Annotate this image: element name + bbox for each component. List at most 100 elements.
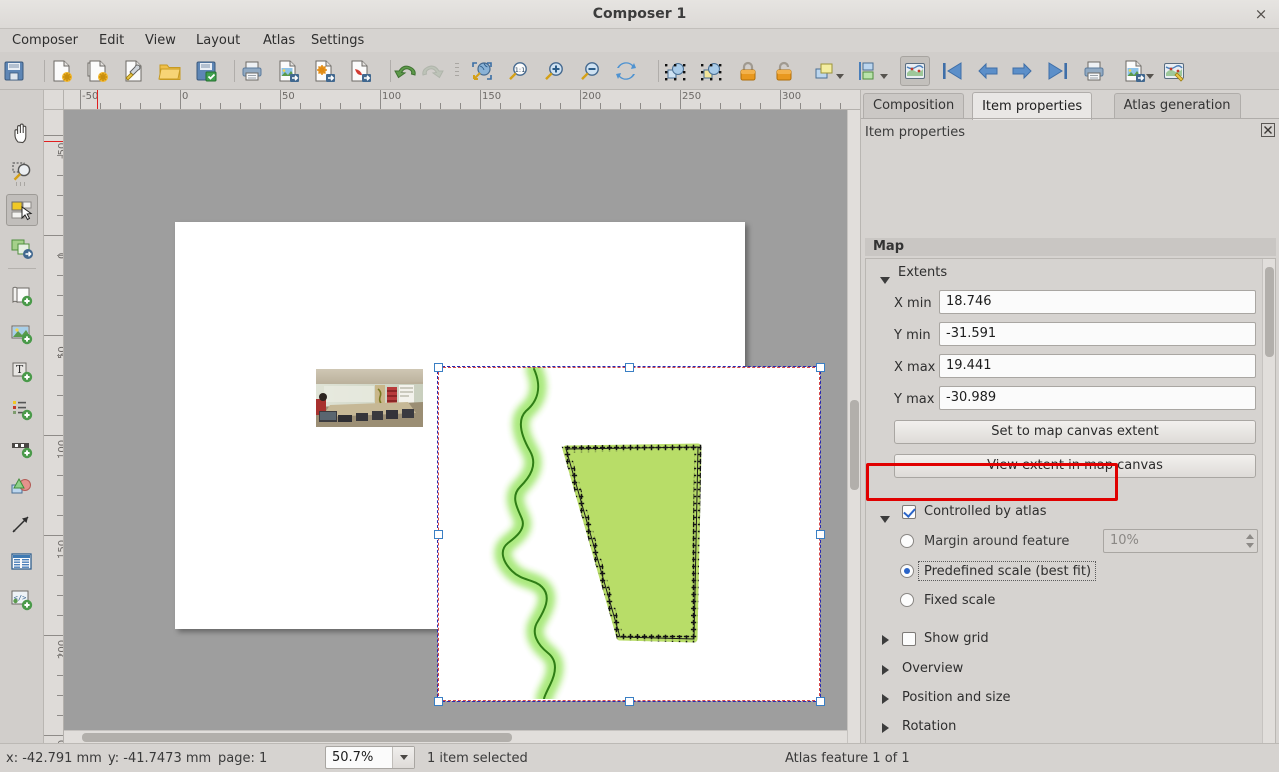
- export-svg-button[interactable]: [309, 56, 339, 86]
- resize-handle-ne[interactable]: [816, 363, 825, 372]
- set-to-map-canvas-extent-button[interactable]: Set to map canvas extent: [894, 420, 1256, 444]
- section-expander-icon[interactable]: [882, 723, 889, 733]
- composer-manager-button[interactable]: [119, 56, 149, 86]
- chevron-down-icon[interactable]: [880, 74, 888, 79]
- ruler-minor-tick: [520, 103, 521, 110]
- picture-item[interactable]: [316, 369, 423, 427]
- menu-composer[interactable]: Composer: [5, 29, 85, 52]
- zoom-100-button[interactable]: 1:1: [503, 56, 533, 86]
- menu-settings[interactable]: Settings: [304, 29, 371, 52]
- menu-view[interactable]: View: [138, 29, 183, 52]
- duplicate-composition-button[interactable]: [83, 56, 113, 86]
- add-map-tool[interactable]: [6, 280, 38, 312]
- resize-handle-se[interactable]: [816, 697, 825, 706]
- resize-handle-s[interactable]: [625, 697, 634, 706]
- lock-items-button[interactable]: [733, 56, 763, 86]
- extents-section-title: Extents: [898, 265, 947, 280]
- add-image-tool[interactable]: [6, 318, 38, 350]
- fixed-scale-radio[interactable]: [900, 593, 914, 607]
- add-table-tool[interactable]: [6, 546, 38, 578]
- ungroup-items-button[interactable]: [697, 56, 727, 86]
- composition-page[interactable]: [175, 222, 745, 629]
- raise-items-button[interactable]: [805, 56, 843, 86]
- align-items-button[interactable]: [849, 56, 887, 86]
- dock-close-icon[interactable]: [1261, 123, 1275, 137]
- print-atlas-button[interactable]: [1079, 56, 1109, 86]
- atlas-preview-button[interactable]: [900, 56, 930, 86]
- ruler-minor-tick: [57, 255, 64, 256]
- resize-handle-nw[interactable]: [434, 363, 443, 372]
- atlas-prev-feature-button[interactable]: [973, 56, 1003, 86]
- y-min-input[interactable]: -31.591: [939, 322, 1256, 346]
- pan-tool[interactable]: [6, 118, 38, 150]
- move-content-tool[interactable]: [6, 232, 38, 264]
- tab-atlas-generation[interactable]: Atlas generation: [1114, 93, 1241, 119]
- resize-handle-sw[interactable]: [434, 697, 443, 706]
- extents-expander-icon[interactable]: [880, 277, 890, 284]
- canvas-vertical-scrollbar[interactable]: [847, 110, 860, 743]
- chevron-down-icon[interactable]: [392, 747, 414, 768]
- unlock-items-button[interactable]: [769, 56, 799, 86]
- export-image-button[interactable]: [273, 56, 303, 86]
- menu-atlas[interactable]: Atlas: [256, 29, 302, 52]
- scrollbar-thumb[interactable]: [82, 733, 512, 742]
- add-label-tool[interactable]: T: [6, 356, 38, 388]
- zoom-combobox[interactable]: 50.7%: [325, 746, 415, 769]
- atlas-expander-icon[interactable]: [880, 516, 890, 523]
- atlas-settings-button[interactable]: [1159, 56, 1189, 86]
- close-icon[interactable]: ×: [1251, 0, 1271, 29]
- zoom-full-button[interactable]: [467, 56, 497, 86]
- resize-handle-w[interactable]: [434, 530, 443, 539]
- y-max-input[interactable]: -30.989: [939, 386, 1256, 410]
- tab-composition[interactable]: Composition: [863, 93, 964, 119]
- add-arrow-tool[interactable]: [6, 508, 38, 540]
- select-move-tool[interactable]: [6, 194, 38, 226]
- toolbar-grip[interactable]: [455, 63, 459, 79]
- predefined-scale-radio[interactable]: [900, 564, 914, 578]
- resize-handle-n[interactable]: [625, 363, 634, 372]
- x-max-input[interactable]: 19.441: [939, 354, 1256, 378]
- zoom-out-button[interactable]: [575, 56, 605, 86]
- map-item[interactable]: [438, 367, 820, 701]
- atlas-next-feature-button[interactable]: [1007, 56, 1037, 86]
- menu-layout[interactable]: Layout: [189, 29, 247, 52]
- add-shape-tool[interactable]: [6, 470, 38, 502]
- add-legend-tool[interactable]: [6, 394, 38, 426]
- group-items-button[interactable]: [661, 56, 691, 86]
- save-project-button[interactable]: [0, 56, 29, 86]
- atlas-first-feature-button[interactable]: [937, 56, 967, 86]
- ruler-minor-tick: [57, 215, 64, 216]
- tab-item-properties[interactable]: Item properties: [972, 92, 1092, 120]
- new-composition-button[interactable]: [47, 56, 77, 86]
- view-extent-in-map-canvas-button[interactable]: View extent in map canvas: [894, 454, 1256, 478]
- chevron-down-icon[interactable]: [836, 74, 844, 79]
- print-button[interactable]: [237, 56, 267, 86]
- save-template-button[interactable]: [191, 56, 221, 86]
- zoom-tool[interactable]: [6, 156, 38, 188]
- chevron-down-icon[interactable]: [1146, 74, 1154, 79]
- x-min-input[interactable]: 18.746: [939, 290, 1256, 314]
- section-expander-icon[interactable]: [882, 635, 889, 645]
- export-atlas-image-button[interactable]: [1115, 56, 1153, 86]
- scrollbar-thumb[interactable]: [1265, 267, 1274, 357]
- add-scalebar-tool: [10, 436, 34, 460]
- canvas-horizontal-scrollbar[interactable]: [64, 730, 847, 743]
- resize-handle-e[interactable]: [816, 530, 825, 539]
- controlled-by-atlas-checkbox[interactable]: [902, 505, 916, 519]
- open-template-button[interactable]: [155, 56, 185, 86]
- show-grid-checkbox[interactable]: [902, 632, 916, 646]
- add-scalebar-tool[interactable]: [6, 432, 38, 464]
- atlas-last-feature-button[interactable]: [1043, 56, 1073, 86]
- export-pdf-button[interactable]: [345, 56, 375, 86]
- zoom-in-button[interactable]: [539, 56, 569, 86]
- menu-edit[interactable]: Edit: [92, 29, 131, 52]
- properties-vertical-scrollbar[interactable]: [1262, 259, 1275, 772]
- section-expander-icon[interactable]: [882, 665, 889, 675]
- add-html-tool[interactable]: </>: [6, 584, 38, 616]
- scrollbar-thumb[interactable]: [850, 400, 859, 490]
- refresh-view-button[interactable]: [611, 56, 641, 86]
- menu-bar: Composer Edit View Layout AtlasSettings: [0, 29, 1279, 52]
- margin-around-feature-radio[interactable]: [900, 534, 914, 548]
- composition-canvas[interactable]: [64, 110, 860, 743]
- section-expander-icon[interactable]: [882, 694, 889, 704]
